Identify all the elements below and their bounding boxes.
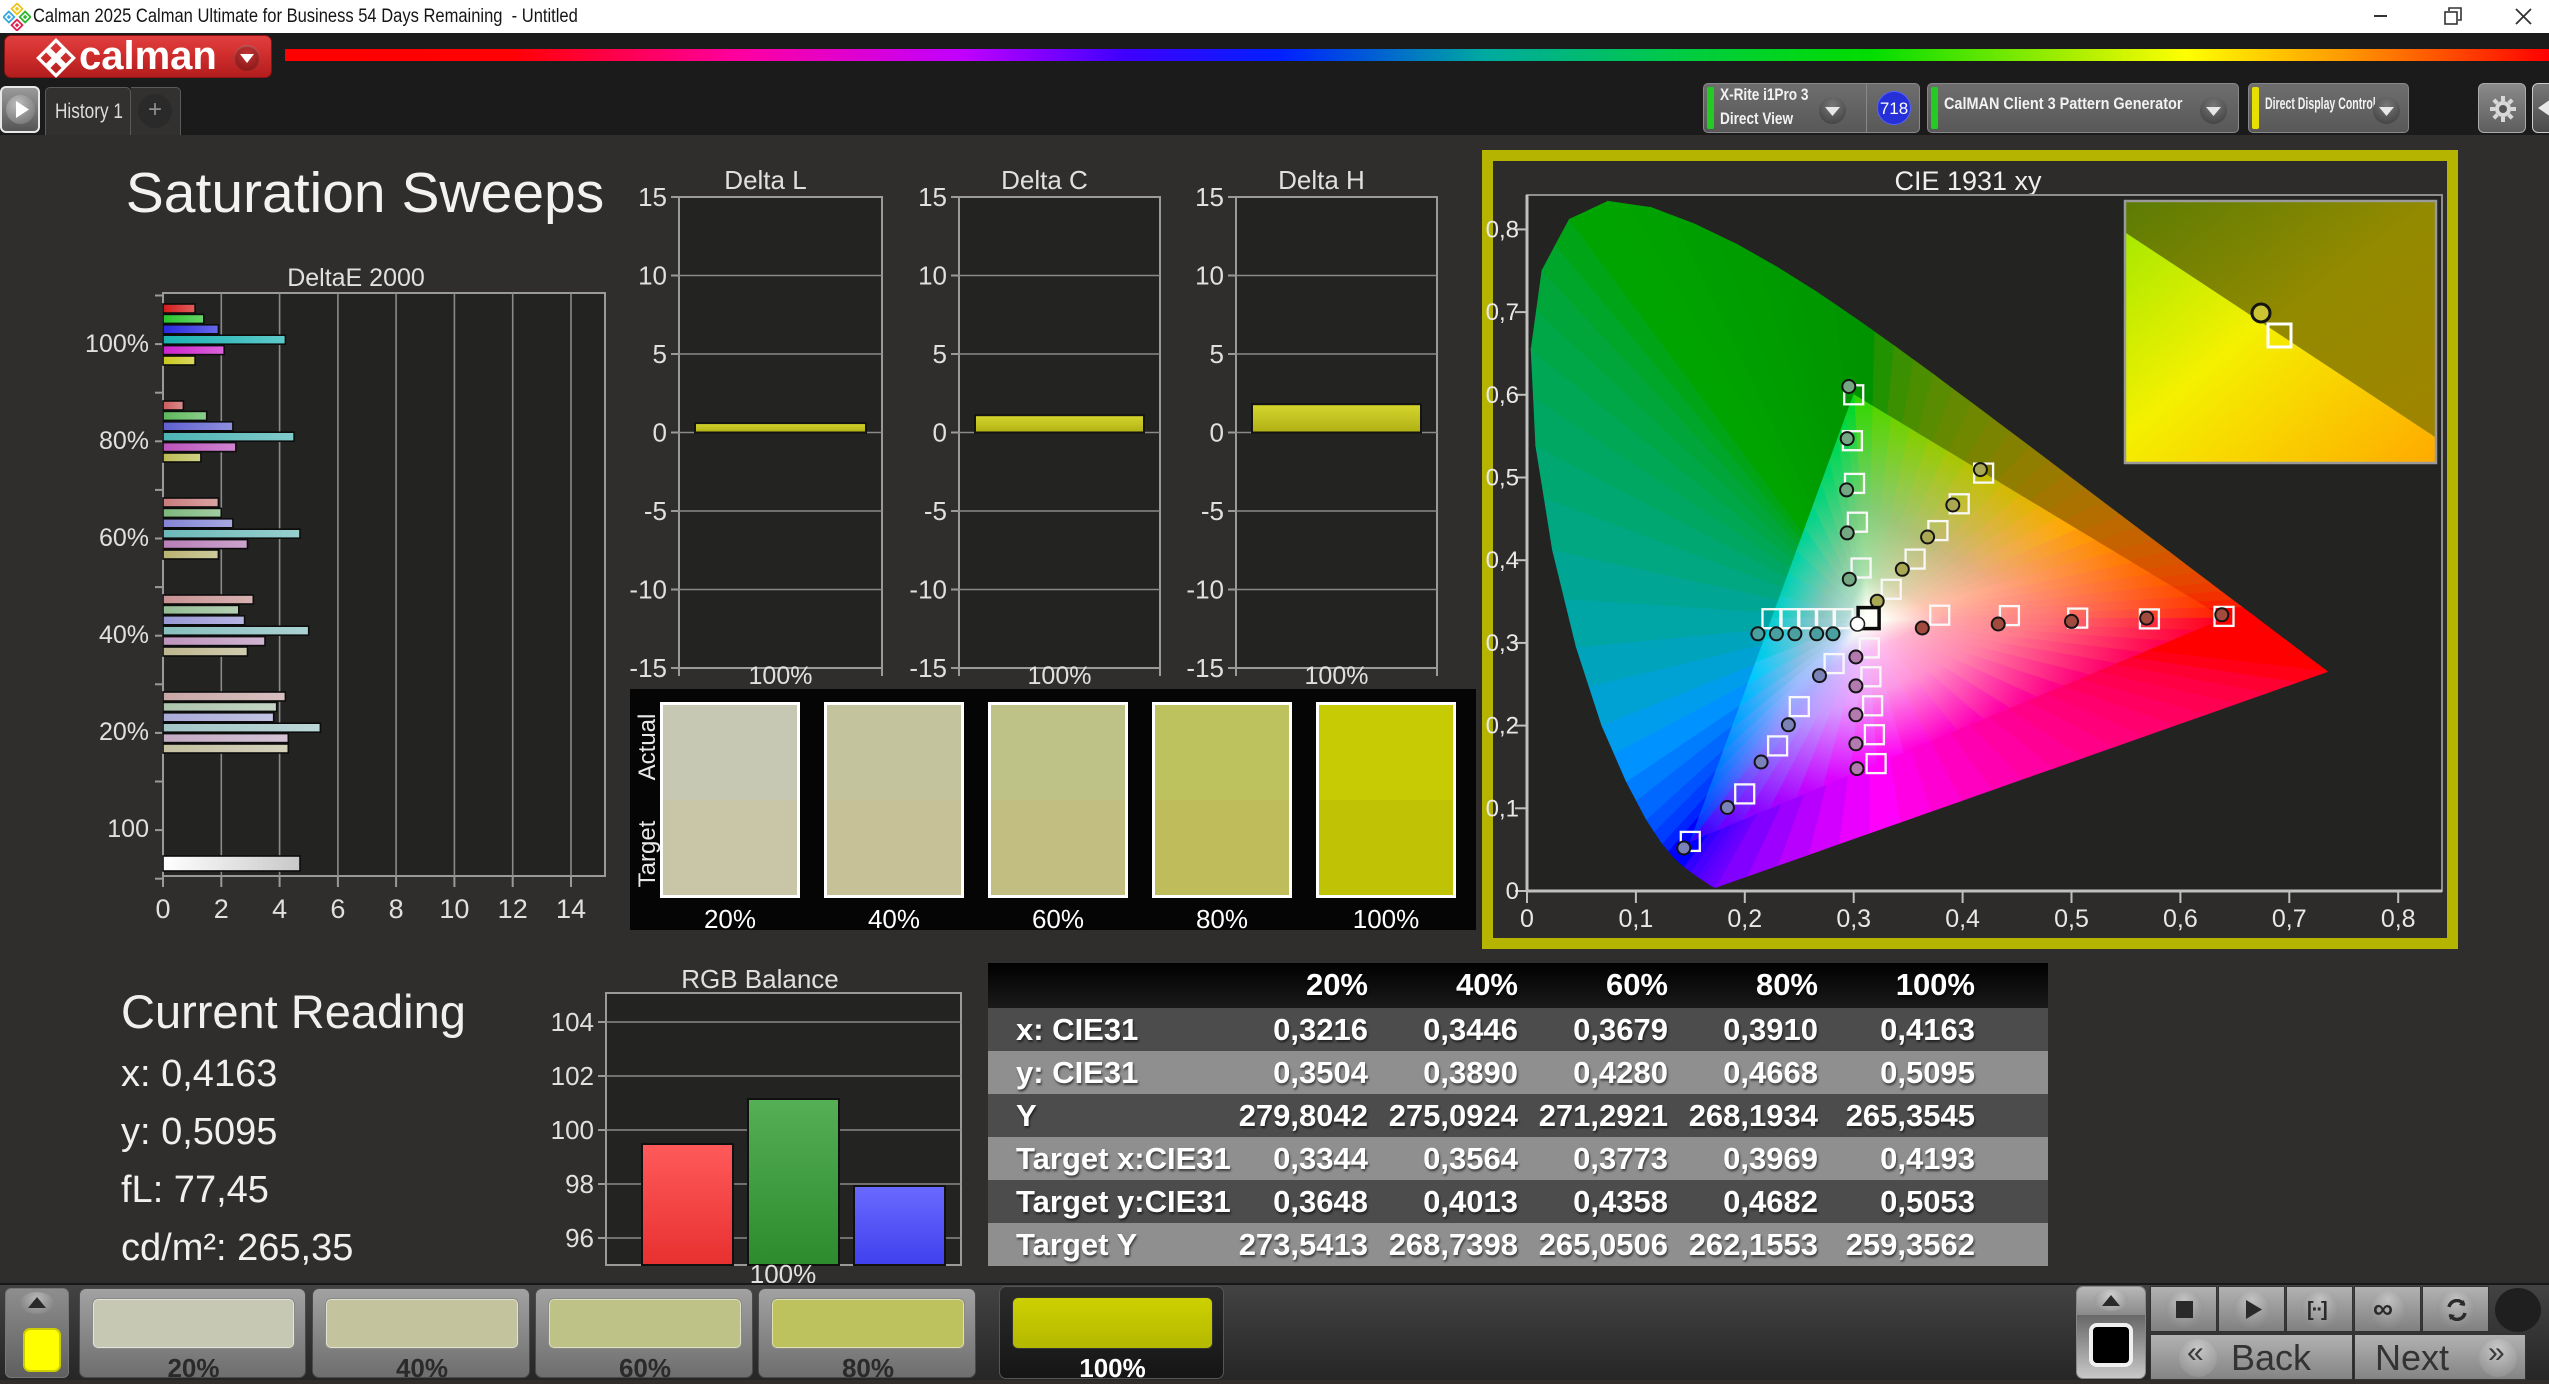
svg-text:96: 96 [565,1223,594,1253]
svg-text:98: 98 [565,1169,594,1199]
svg-text:12: 12 [498,894,528,924]
svg-text:0,3: 0,3 [1836,905,1871,933]
svg-text:-10: -10 [909,575,947,605]
svg-text:Delta L: Delta L [724,165,806,195]
svg-text:100: 100 [551,1115,594,1145]
svg-text:0: 0 [1506,878,1519,905]
svg-text:Delta C: Delta C [1001,165,1088,195]
svg-text:102: 102 [551,1061,594,1091]
svg-text:0,3: 0,3 [1486,630,1519,657]
svg-text:0,4: 0,4 [1486,547,1519,574]
svg-text:10: 10 [918,261,947,291]
svg-text:Delta H: Delta H [1278,165,1365,195]
svg-text:0: 0 [155,894,170,924]
svg-text:100%: 100% [85,330,149,358]
svg-text:0,1: 0,1 [1619,905,1654,933]
svg-text:4: 4 [272,894,287,924]
svg-text:0,8: 0,8 [1486,216,1519,243]
svg-text:-10: -10 [629,575,667,605]
svg-text:8: 8 [389,894,404,924]
svg-text:0,2: 0,2 [1727,905,1762,933]
svg-text:5: 5 [1210,339,1224,369]
svg-text:0: 0 [933,418,947,448]
svg-text:-5: -5 [644,496,667,526]
svg-text:6: 6 [330,894,345,924]
svg-text:RGB Balance: RGB Balance [681,964,839,994]
svg-text:10: 10 [638,261,667,291]
svg-text:0,7: 0,7 [2272,905,2307,933]
svg-text:0,6: 0,6 [2163,905,2198,933]
svg-text:100%: 100% [749,662,813,690]
svg-text:0,1: 0,1 [1486,795,1519,822]
svg-text:0,4: 0,4 [1945,905,1980,933]
svg-text:15: 15 [638,182,667,212]
svg-text:0: 0 [653,418,667,448]
svg-text:-5: -5 [1201,496,1224,526]
svg-text:2: 2 [214,894,229,924]
svg-text:0,7: 0,7 [1486,299,1519,326]
svg-text:0,6: 0,6 [1486,382,1519,409]
svg-text:100%: 100% [1028,662,1092,690]
svg-text:14: 14 [556,894,586,924]
svg-text:-10: -10 [1186,575,1224,605]
svg-text:-5: -5 [924,496,947,526]
svg-text:0,2: 0,2 [1486,713,1519,740]
svg-text:0,5: 0,5 [1486,465,1519,492]
svg-text:100%: 100% [1305,662,1369,690]
svg-text:0,8: 0,8 [2381,905,2416,933]
svg-text:CIE 1931 xy: CIE 1931 xy [1894,166,2042,196]
svg-text:15: 15 [1195,182,1224,212]
svg-text:10: 10 [439,894,469,924]
svg-text:-15: -15 [909,653,947,683]
svg-text:100: 100 [107,815,149,843]
svg-text:40%: 40% [99,621,149,649]
svg-text:0,5: 0,5 [2054,905,2089,933]
svg-text:104: 104 [551,1007,594,1037]
svg-text:5: 5 [933,339,947,369]
svg-text:5: 5 [653,339,667,369]
svg-text:15: 15 [918,182,947,212]
svg-text:0: 0 [1520,905,1534,933]
svg-text:10: 10 [1195,261,1224,291]
svg-text:-15: -15 [1186,653,1224,683]
svg-text:60%: 60% [99,524,149,552]
svg-text:0: 0 [1210,418,1224,448]
svg-text:-15: -15 [629,653,667,683]
svg-text:20%: 20% [99,718,149,746]
svg-text:80%: 80% [99,427,149,455]
